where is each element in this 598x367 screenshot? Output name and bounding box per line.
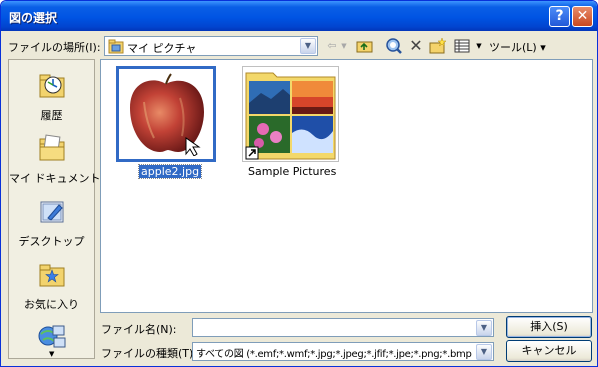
places-label-favorites: お気に入り xyxy=(24,298,79,311)
look-in-dropdown[interactable]: マイ ピクチャ ▼ xyxy=(104,36,318,56)
my-pictures-folder-icon xyxy=(108,39,124,54)
file-name-sample-pictures[interactable]: Sample Pictures xyxy=(248,165,336,178)
history-icon xyxy=(39,74,64,98)
search-web-icon[interactable] xyxy=(385,37,403,55)
views-dropdown-icon[interactable]: ▼ xyxy=(475,37,483,55)
up-one-level-icon[interactable] xyxy=(356,37,374,55)
places-label-my-documents: マイ ドキュメント xyxy=(9,172,101,185)
new-folder-icon[interactable] xyxy=(429,37,447,55)
file-type-dropdown[interactable]: すべての図 (*.emf;*.wmf;*.jpg;*.jpeg;*.jfif;*… xyxy=(192,342,494,361)
places-label-history: 履歴 xyxy=(40,109,63,122)
sample-pictures-folder-icon xyxy=(245,72,336,160)
my-documents-icon xyxy=(39,134,64,161)
help-button[interactable]: ? xyxy=(549,6,570,27)
my-network-places-icon xyxy=(38,325,65,348)
title-bar[interactable]: 図の選択 ? ✕ xyxy=(1,1,597,31)
back-icon[interactable]: ⇦ xyxy=(324,37,340,55)
tools-menu[interactable]: ツール(L) ▾ xyxy=(489,39,546,55)
file-name-input[interactable]: ▼ xyxy=(192,318,494,337)
places-bar: 履歴 マイ ドキュメント デスクトップ お気に入り ▼ xyxy=(8,59,101,359)
back-dropdown-icon[interactable]: ▼ xyxy=(340,37,348,55)
favorites-icon xyxy=(39,264,64,287)
file-type-chevron-icon[interactable]: ▼ xyxy=(476,344,492,360)
look-in-label: ファイルの場所(I): xyxy=(8,41,101,54)
file-name-dropdown-icon[interactable]: ▼ xyxy=(476,320,492,336)
desktop-icon xyxy=(40,201,63,223)
places-item-favorites[interactable]: お気に入り xyxy=(9,259,94,312)
places-scroll-down-icon[interactable]: ▼ xyxy=(49,350,54,358)
close-button[interactable]: ✕ xyxy=(572,6,593,27)
apple-thumbnail xyxy=(124,72,208,156)
file-item-apple2[interactable] xyxy=(116,66,216,162)
places-item-history[interactable]: 履歴 xyxy=(9,70,94,123)
places-item-desktop[interactable]: デスクトップ xyxy=(9,196,94,249)
file-name-apple2[interactable]: apple2.jpg xyxy=(137,164,203,179)
places-item-my-documents[interactable]: マイ ドキュメント xyxy=(9,133,101,186)
insert-button[interactable]: 挿入(S) xyxy=(506,316,592,338)
places-label-desktop: デスクトップ xyxy=(18,235,85,248)
file-type-label: ファイルの種類(T): xyxy=(101,347,198,360)
dialog-title: 図の選択 xyxy=(9,11,58,25)
insert-picture-dialog: 図の選択 ? ✕ ファイルの場所(I): マイ ピクチャ ▼ ⇦ ▼ ✕ ▼ ツ… xyxy=(0,0,598,367)
file-name-label: ファイル名(N): xyxy=(101,323,177,336)
views-icon[interactable] xyxy=(454,37,470,55)
file-list[interactable]: apple2.jpg Sample Pictures xyxy=(100,59,593,313)
file-type-value: すべての図 (*.emf;*.wmf;*.jpg;*.jpeg;*.jfif;*… xyxy=(196,349,472,360)
look-in-value: マイ ピクチャ xyxy=(127,42,197,55)
cancel-button[interactable]: キャンセル xyxy=(506,340,592,362)
delete-icon[interactable]: ✕ xyxy=(408,37,424,55)
chevron-down-icon[interactable]: ▼ xyxy=(300,38,316,54)
file-item-sample-pictures[interactable] xyxy=(242,66,339,162)
